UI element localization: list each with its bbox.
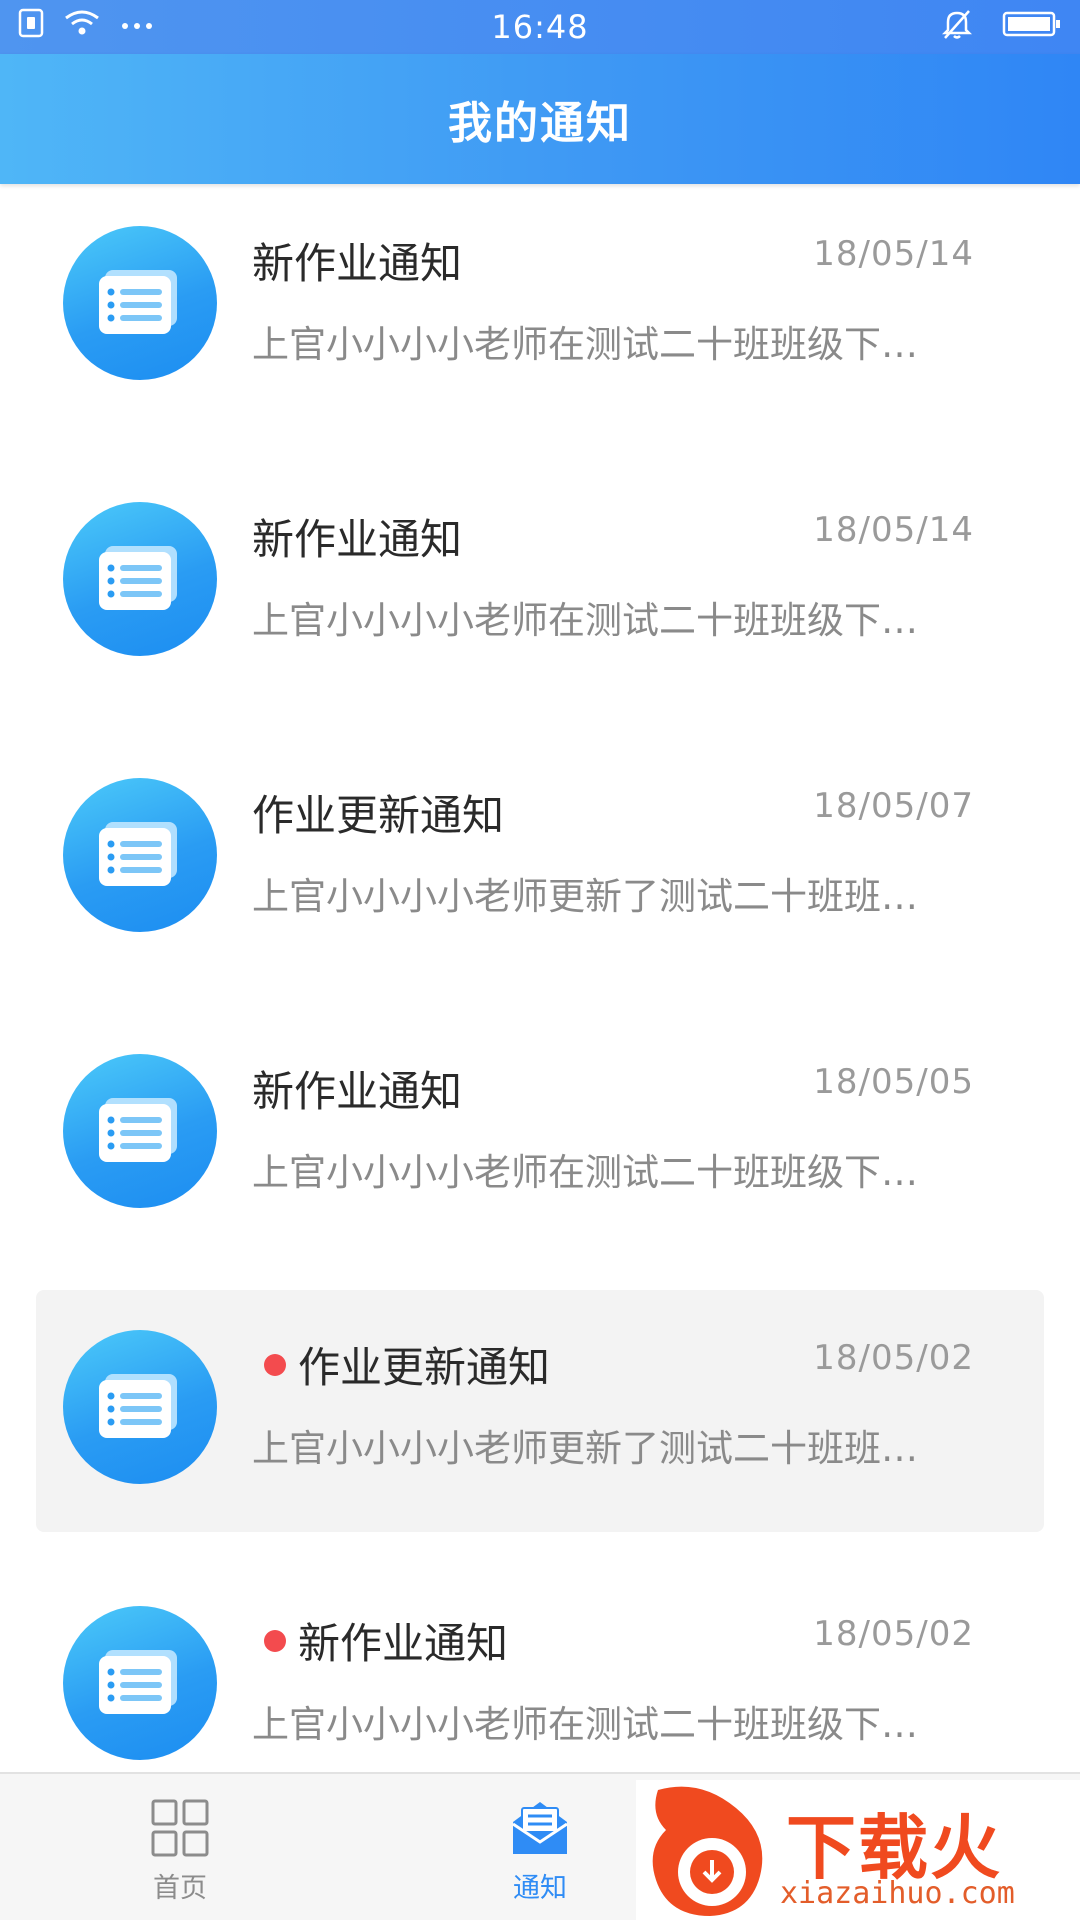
tab-home[interactable]: 首页 [70, 1774, 290, 1920]
notification-title-row: 新作业通知 [252, 1058, 462, 1119]
notification-title-row: 新作业通知 [252, 506, 462, 567]
notice-list-icon [63, 502, 217, 656]
list-item[interactable]: 作业更新通知 18/05/07 上官小小小小老师更新了测试二十班班… [36, 738, 1044, 980]
notification-date: 18/05/14 [813, 234, 974, 274]
tab-home-label: 首页 [153, 1873, 207, 1904]
watermark-url: xiazaihuo.com [780, 1876, 1015, 1911]
tab-notice[interactable]: 通知 [430, 1774, 650, 1920]
watermark-logo: 下载火 xiazaihuo.com [636, 1780, 1080, 1920]
list-item[interactable]: 新作业通知 18/05/05 上官小小小小老师在测试二十班班级下… [36, 1014, 1044, 1256]
list-item[interactable]: 新作业通知 18/05/14 上官小小小小老师在测试二十班班级下… [36, 186, 1044, 428]
notification-title: 新作业通知 [252, 239, 463, 288]
notification-title: 作业更新通知 [252, 791, 505, 840]
grid-icon [150, 1798, 210, 1862]
notification-title: 作业更新通知 [298, 1343, 551, 1392]
bell-muted-icon [941, 8, 973, 44]
envelope-icon [509, 1798, 571, 1862]
notification-date: 18/05/02 [813, 1338, 974, 1378]
notice-list-icon [63, 1054, 217, 1208]
notification-summary: 上官小小小小老师更新了测试二十班班… [252, 875, 918, 918]
notification-date: 18/05/02 [813, 1614, 974, 1654]
tab-notice-label: 通知 [513, 1873, 567, 1904]
notification-title-row: 作业更新通知 [252, 1334, 550, 1395]
notification-summary: 上官小小小小老师在测试二十班班级下… [252, 599, 918, 642]
notice-list-icon [63, 1330, 217, 1484]
status-time: 16:48 [491, 8, 589, 46]
notification-date: 18/05/05 [813, 1062, 974, 1102]
notice-list-icon [63, 1606, 217, 1760]
notification-summary: 上官小小小小老师在测试二十班班级下… [252, 323, 918, 366]
notification-title: 新作业通知 [252, 1067, 463, 1116]
notification-title: 新作业通知 [252, 515, 463, 564]
battery-icon [1002, 10, 1062, 42]
notice-list-icon [63, 226, 217, 380]
notification-title: 新作业通知 [298, 1619, 509, 1668]
page-title: 我的通知 [448, 98, 632, 149]
notification-date: 18/05/07 [813, 786, 974, 826]
notification-list[interactable]: 新作业通知 18/05/14 上官小小小小老师在测试二十班班级下… 新作业通知 18/0… [0, 186, 1080, 1772]
notification-summary: 上官小小小小老师在测试二十班班级下… [252, 1703, 918, 1746]
notice-list-icon [63, 778, 217, 932]
app-header: 我的通知 [0, 54, 1080, 184]
notification-title-row: 新作业通知 [252, 230, 462, 291]
notification-date: 18/05/14 [813, 510, 974, 550]
list-item[interactable]: 作业更新通知 18/05/02 上官小小小小老师更新了测试二十班班… [36, 1290, 1044, 1532]
notification-summary: 上官小小小小老师在测试二十班班级下… [252, 1151, 918, 1194]
list-item[interactable]: 新作业通知 18/05/14 上官小小小小老师在测试二十班班级下… [36, 462, 1044, 704]
unread-dot [264, 1629, 286, 1652]
unread-dot [264, 1353, 286, 1376]
status-right-icons [941, 8, 1062, 44]
notifications-screen: 16:48 我的通知 新作业通知 18/05/14 上官小小小小老师在测试二十班… [0, 0, 1080, 1920]
notification-title-row: 新作业通知 [252, 1610, 508, 1671]
status-bar: 16:48 [0, 0, 1080, 54]
flame-logo-icon [652, 1786, 763, 1916]
notification-title-row: 作业更新通知 [252, 782, 504, 843]
notification-summary: 上官小小小小老师更新了测试二十班班… [252, 1427, 918, 1470]
list-item[interactable]: 新作业通知 18/05/02 上官小小小小老师在测试二十班班级下… [36, 1566, 1044, 1772]
